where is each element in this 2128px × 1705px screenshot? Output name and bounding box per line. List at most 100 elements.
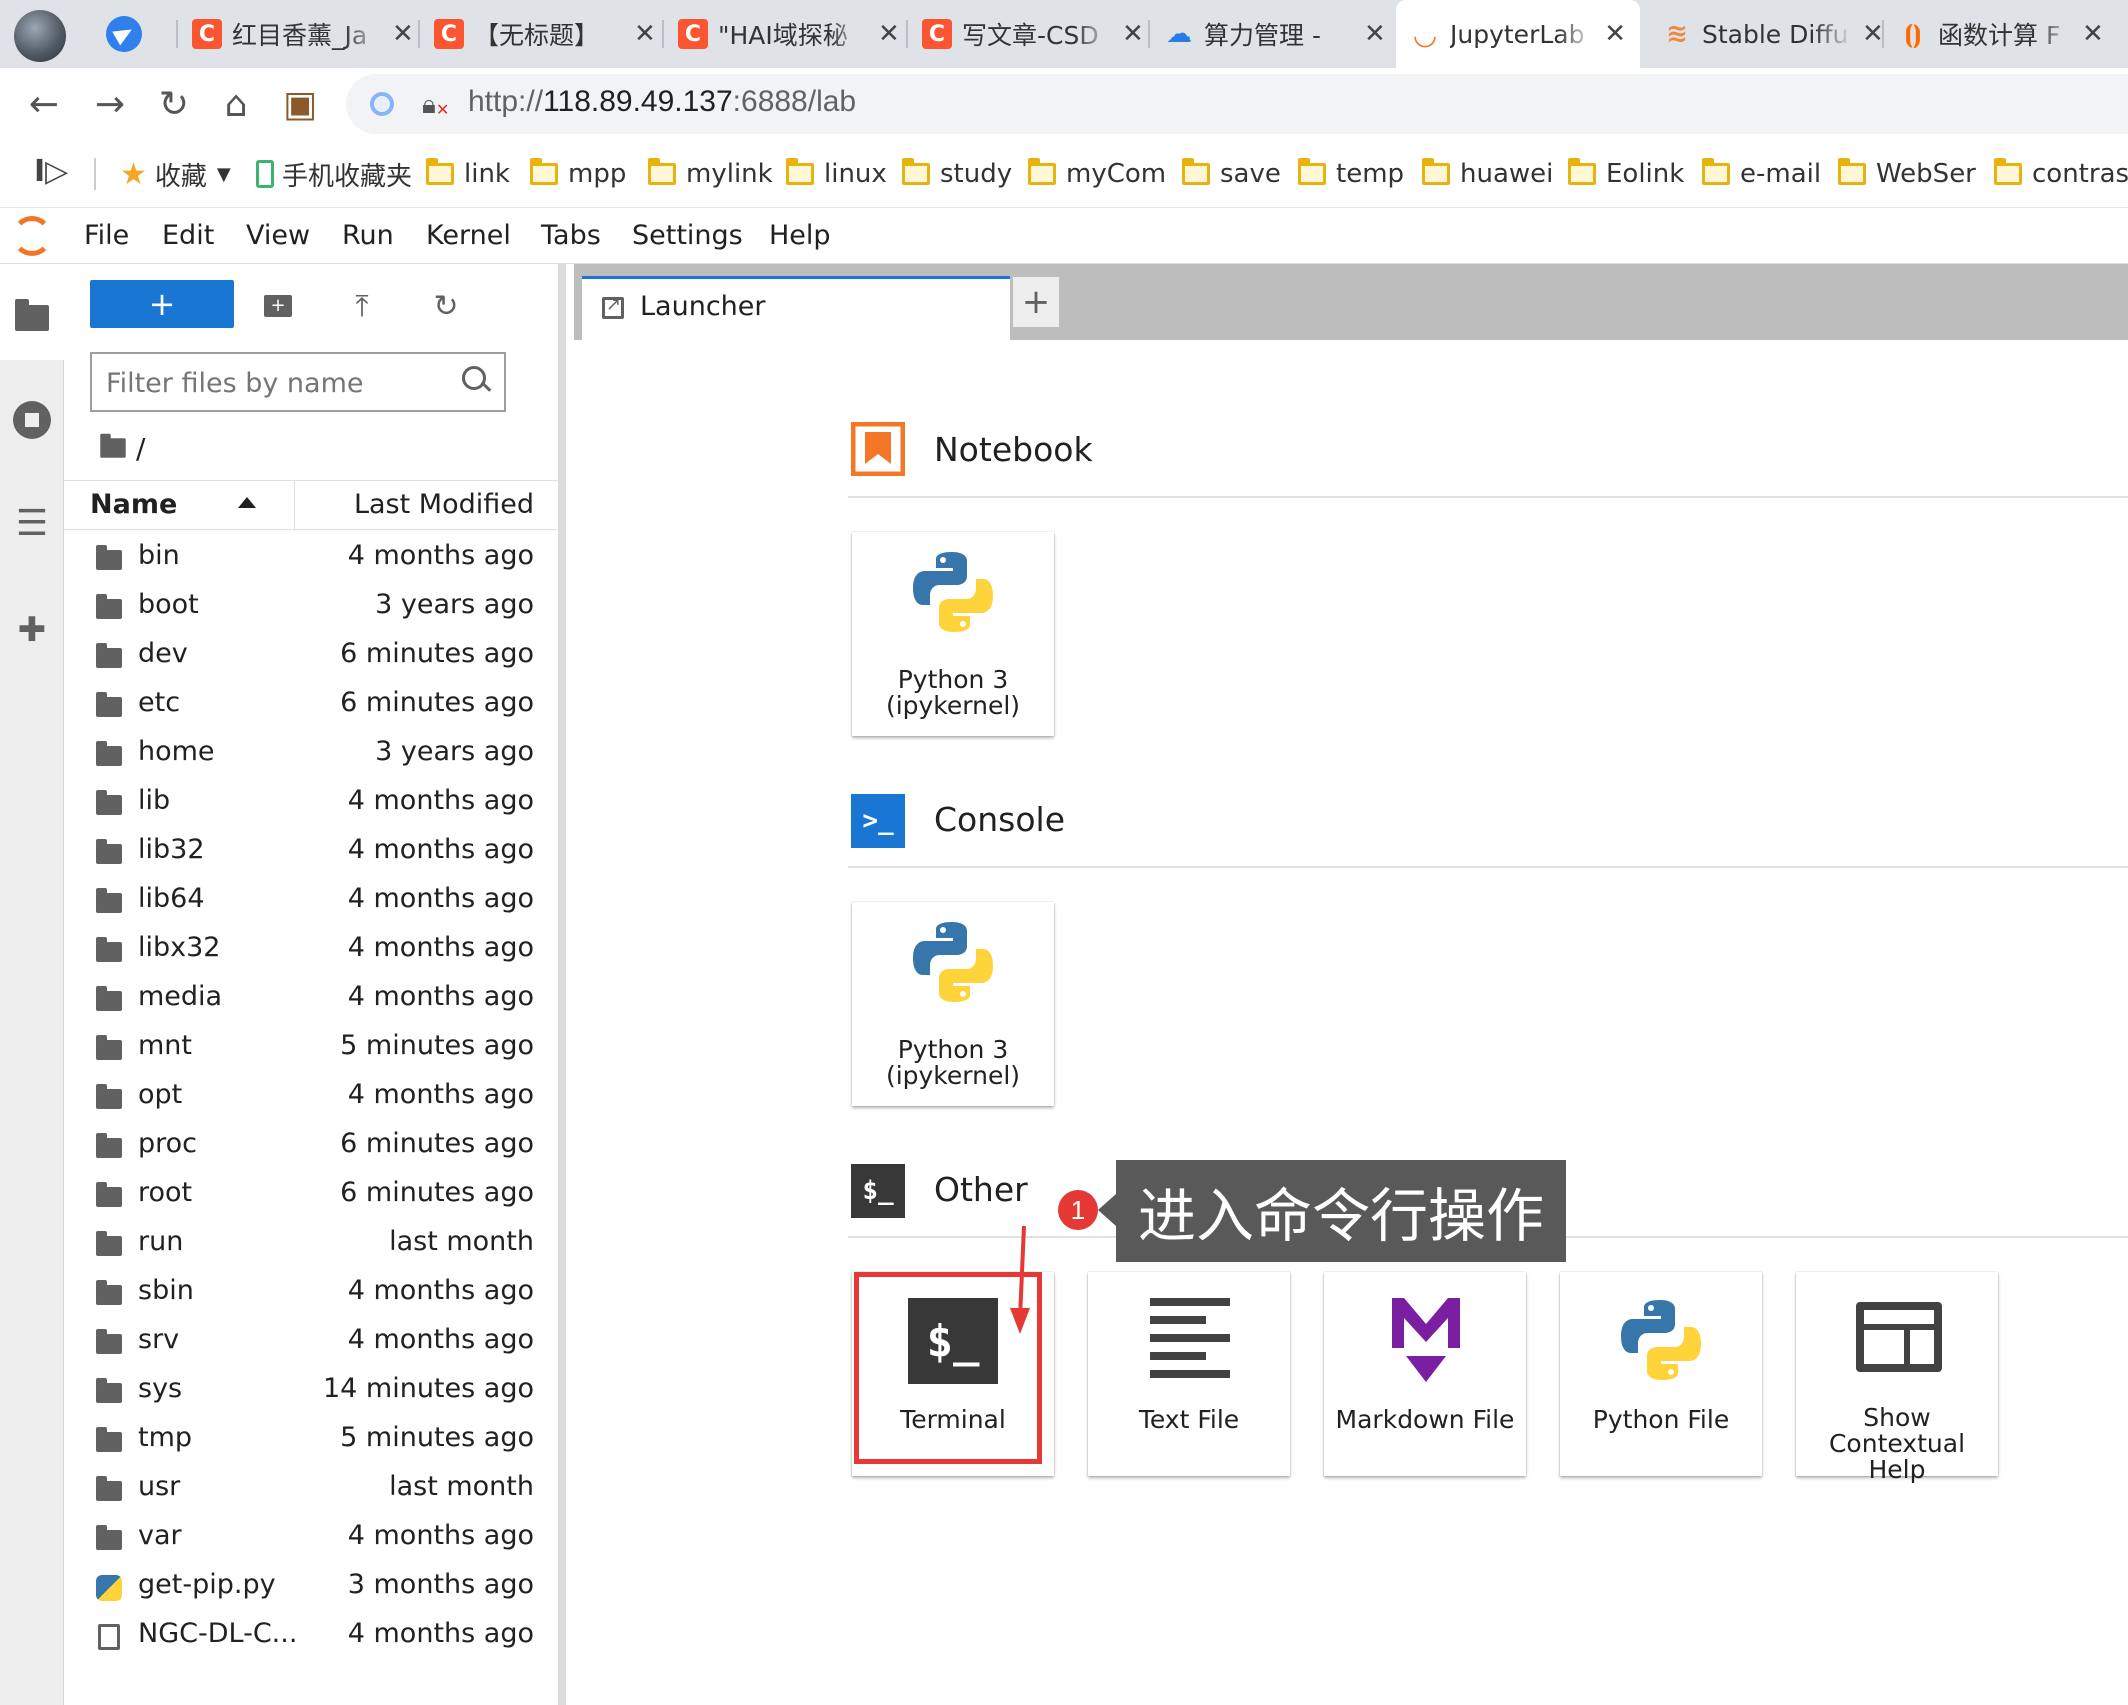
tab-launcher[interactable]: Launcher <box>582 276 1010 340</box>
file-list-row[interactable]: proc 6 minutes ago <box>64 1122 558 1171</box>
back-icon[interactable]: ← <box>22 82 66 126</box>
extensions-tab[interactable]: ✚ <box>10 608 54 652</box>
bookmark-folder[interactable]: huawei <box>1422 156 1553 192</box>
close-tab-icon[interactable]: ✕ <box>1862 19 1884 49</box>
add-tab-button[interactable]: + <box>1012 276 1060 328</box>
menu-run[interactable]: Run <box>342 220 394 251</box>
close-tab-icon[interactable]: ✕ <box>2082 19 2104 49</box>
bookmark-favorites[interactable]: ★ 收藏 ▼ <box>120 156 231 192</box>
file-list-row[interactable]: root 6 minutes ago <box>64 1171 558 1220</box>
file-list-row[interactable]: sbin 4 months ago <box>64 1269 558 1318</box>
bookmark-folder[interactable]: study <box>902 156 1012 192</box>
close-tab-icon[interactable]: ✕ <box>1122 19 1144 49</box>
bookmark-mobile[interactable]: 手机收藏夹 <box>256 156 412 192</box>
bookmark-folder[interactable]: link <box>426 156 510 192</box>
card-console-python3[interactable]: Python 3 (ipykernel) <box>852 902 1054 1106</box>
new-folder-button[interactable]: + <box>258 286 298 326</box>
bookmark-folder[interactable]: save <box>1182 156 1281 192</box>
menu-kernel[interactable]: Kernel <box>426 220 511 251</box>
card-text-file[interactable]: Text File <box>1088 1272 1290 1476</box>
bookmark-label: study <box>940 159 1013 189</box>
chevron-down-icon[interactable]: ▼ <box>217 164 231 185</box>
file-list-row[interactable]: run last month <box>64 1220 558 1269</box>
home-icon[interactable]: ⌂ <box>214 82 258 126</box>
file-list-row[interactable]: lib64 4 months ago <box>64 877 558 926</box>
bookmark-folder[interactable]: mpp <box>530 156 626 192</box>
file-list-row[interactable]: media 4 months ago <box>64 975 558 1024</box>
file-list-row[interactable]: srv 4 months ago <box>64 1318 558 1367</box>
close-tab-icon[interactable]: ✕ <box>878 19 900 49</box>
card-contextual-help[interactable]: Show Contextual Help <box>1796 1272 1998 1483</box>
card-python-file[interactable]: Python File <box>1560 1272 1762 1476</box>
close-tab-icon[interactable]: ✕ <box>1364 19 1386 49</box>
table-of-contents-tab[interactable]: ☰ <box>10 502 54 546</box>
running-sessions-tab[interactable] <box>10 398 54 442</box>
column-header-modified[interactable]: Last Modified <box>354 489 534 520</box>
file-list-row[interactable]: get-pip.py 3 months ago <box>64 1563 558 1612</box>
browser-tab-2[interactable]: C 【无标题】 ✕ <box>420 0 670 68</box>
briefcase-icon[interactable]: ▣ <box>278 82 322 126</box>
reload-icon[interactable]: ↻ <box>152 82 196 126</box>
card-markdown-file[interactable]: Markdown File <box>1324 1272 1526 1476</box>
file-list-row[interactable]: tmp 5 minutes ago <box>64 1416 558 1465</box>
folder-icon <box>96 986 122 1011</box>
menu-settings[interactable]: Settings <box>632 220 743 251</box>
file-list-row[interactable]: var 4 months ago <box>64 1514 558 1563</box>
file-list-row[interactable]: bin 4 months ago <box>64 534 558 583</box>
browser-tab-1[interactable]: C 红目香薰_Ja ✕ <box>178 0 428 68</box>
insecure-lock-icon[interactable]: 🔒︎ <box>422 90 449 121</box>
refresh-button[interactable]: ↻ <box>426 286 466 326</box>
menu-file[interactable]: File <box>84 220 129 251</box>
column-divider[interactable] <box>294 481 295 531</box>
sidebar-toggle-icon[interactable]: I▷ <box>34 154 68 189</box>
filter-files-input[interactable] <box>106 364 446 402</box>
bookmark-folder[interactable]: temp <box>1298 156 1404 192</box>
browser-tab-4[interactable]: C 写文章-CSD ✕ <box>908 0 1158 68</box>
breadcrumb[interactable]: / <box>96 430 145 466</box>
file-browser-tab[interactable] <box>10 296 54 340</box>
bookmark-folder[interactable]: contrast <box>1994 156 2128 192</box>
site-info-icon[interactable] <box>370 92 394 116</box>
file-list-row[interactable]: NGC-DL-C... 4 months ago <box>64 1612 558 1661</box>
browser-tab-jupyterlab[interactable]: ◡ JupyterLab ✕ <box>1396 0 1640 68</box>
url-text[interactable]: http://118.89.49.137:6888/lab <box>468 85 856 119</box>
file-list-row[interactable]: libx32 4 months ago <box>64 926 558 975</box>
forward-icon[interactable]: → <box>88 82 132 126</box>
close-tab-icon[interactable]: ✕ <box>634 19 656 49</box>
file-list-row[interactable]: dev 6 minutes ago <box>64 632 558 681</box>
card-notebook-python3[interactable]: Python 3 (ipykernel) <box>852 532 1054 736</box>
browser-tab-3[interactable]: C "HAI域探秘 ✕ <box>664 0 914 68</box>
menu-tabs[interactable]: Tabs <box>541 220 601 251</box>
bookmark-folder[interactable]: e-mail <box>1702 156 1821 192</box>
file-list-row[interactable]: lib 4 months ago <box>64 779 558 828</box>
breadcrumb-root[interactable]: / <box>136 432 145 465</box>
profile-avatar[interactable] <box>14 10 66 62</box>
bookmark-folder[interactable]: linux <box>786 156 887 192</box>
column-header-name[interactable]: Name <box>90 489 177 520</box>
url-field[interactable]: 🔒︎ http://118.89.49.137:6888/lab <box>346 74 2128 134</box>
file-list-row[interactable]: opt 4 months ago <box>64 1073 558 1122</box>
file-list-row[interactable]: boot 3 years ago <box>64 583 558 632</box>
file-list-row[interactable]: usr last month <box>64 1465 558 1514</box>
file-list-row[interactable]: etc 6 minutes ago <box>64 681 558 730</box>
file-list-row[interactable]: sys 14 minutes ago <box>64 1367 558 1416</box>
bookmark-label: link <box>464 159 510 189</box>
bookmark-folder[interactable]: WebSer <box>1838 156 1976 192</box>
menu-view[interactable]: View <box>246 220 310 251</box>
browser-tab-8[interactable]: ⦗⦘ 函数计算 F ✕ <box>1884 0 2118 68</box>
bookmark-folder[interactable]: mylink <box>648 156 773 192</box>
close-tab-icon[interactable]: ✕ <box>1604 19 1626 49</box>
file-list-row[interactable]: home 3 years ago <box>64 730 558 779</box>
new-launcher-button[interactable]: + <box>90 280 234 328</box>
upload-button[interactable]: ⤒ <box>342 286 382 326</box>
pinned-tab-telegram-icon[interactable] <box>106 16 142 52</box>
menu-help[interactable]: Help <box>769 220 831 251</box>
browser-tab-7[interactable]: ≋ Stable Diffu ✕ <box>1648 0 1898 68</box>
file-list-row[interactable]: mnt 5 minutes ago <box>64 1024 558 1073</box>
close-tab-icon[interactable]: ✕ <box>392 19 414 49</box>
menu-edit[interactable]: Edit <box>162 220 214 251</box>
bookmark-folder[interactable]: myCom <box>1028 156 1166 192</box>
bookmark-folder[interactable]: Eolink <box>1568 156 1684 192</box>
browser-tab-5[interactable]: ☁ 算力管理 - ✕ <box>1150 0 1400 68</box>
file-list-row[interactable]: lib32 4 months ago <box>64 828 558 877</box>
